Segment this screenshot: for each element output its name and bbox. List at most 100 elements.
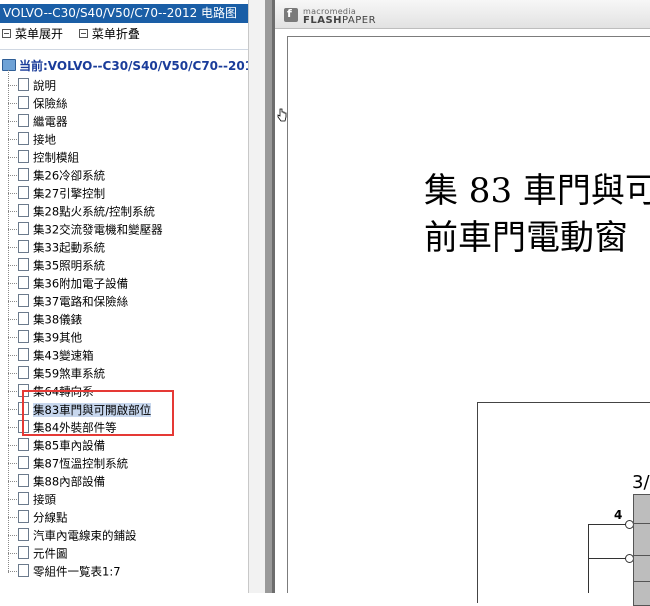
document-icon — [18, 78, 29, 91]
tree-item[interactable]: 說明 — [8, 76, 56, 94]
tree-item-label: 集43變速箱 — [33, 348, 94, 363]
wire — [588, 524, 626, 525]
tree-item[interactable]: 集36附加電子設備 — [8, 274, 128, 292]
tree-item[interactable]: 集38儀錶 — [8, 310, 82, 328]
tree-item[interactable]: 集28點火系統/控制系統 — [8, 202, 155, 220]
viewer-toolbar: f macromedia FLASHPAPER — [275, 0, 650, 29]
tree-branch — [8, 481, 17, 482]
connector-label: 3/ — [632, 472, 650, 493]
tree-item[interactable]: 繼電器 — [8, 112, 68, 130]
tree-item[interactable]: 集32交流發電機和變壓器 — [8, 220, 163, 238]
tree-item[interactable]: 集43變速箱 — [8, 346, 94, 364]
document-icon — [18, 240, 29, 253]
document-icon — [18, 132, 29, 145]
tree-item-label: 集37電路和保險絲 — [33, 294, 129, 309]
tree-item-label: 集35照明系統 — [33, 258, 106, 273]
tree-item[interactable]: 集87恆溫控制系統 — [8, 454, 128, 472]
tree-branch — [8, 373, 17, 374]
tree-branch — [8, 445, 17, 446]
document-icon — [18, 150, 29, 163]
pin-label: 4 — [614, 508, 623, 522]
tree-item[interactable]: 接地 — [8, 130, 56, 148]
document-icon — [18, 258, 29, 271]
tree-branch — [8, 247, 17, 248]
tree-branch — [8, 301, 17, 302]
expand-menu-button[interactable]: 菜单展开 — [0, 25, 63, 43]
document-icon — [18, 546, 29, 559]
tree-branch — [8, 535, 17, 536]
document-icon — [18, 114, 29, 127]
tree-branch — [8, 337, 17, 338]
tree-root[interactable]: 当前:VOLVO--C30/S40/V50/C70--2012 — [2, 58, 248, 75]
tree-item-label: 說明 — [33, 78, 56, 93]
connector-divider — [634, 555, 650, 556]
panel-title: VOLVO--C30/S40/V50/C70--2012 电路图 — [0, 4, 248, 23]
tree-item[interactable]: 汽車內電線束的鋪設 — [8, 526, 137, 544]
tree-item[interactable]: 控制模組 — [8, 148, 79, 166]
tree-branch — [8, 553, 17, 554]
tree-branch — [8, 157, 17, 158]
document-icon — [18, 222, 29, 235]
tree-branch — [8, 85, 17, 86]
tree-item-label: 分線點 — [33, 510, 68, 525]
document-icon — [18, 366, 29, 379]
tree-item[interactable]: 集37電路和保險絲 — [8, 292, 128, 310]
tree-item-label: 集36附加電子設備 — [33, 276, 129, 291]
tree-item[interactable]: 零組件一覧表1:7 — [8, 562, 121, 580]
tree-branch — [8, 499, 17, 500]
tree-item[interactable]: 集26冷卻系統 — [8, 166, 105, 184]
panel-splitter[interactable] — [248, 0, 266, 593]
tree-item-label: 集59煞車系統 — [33, 366, 106, 381]
document-icon — [18, 456, 29, 469]
tree-item-label: 汽車內電線束的鋪設 — [33, 528, 137, 543]
document-icon — [18, 510, 29, 523]
tree-item[interactable]: 集85車內設備 — [8, 436, 105, 454]
tree-item[interactable]: 元件圖 — [8, 544, 68, 562]
logo-glyph: f — [287, 7, 292, 20]
tree-item-label: 集33起動系統 — [33, 240, 106, 255]
document-title-line2: 前車門電動窗 — [424, 218, 628, 258]
tree-item[interactable]: 集35照明系統 — [8, 256, 105, 274]
tree-item[interactable]: 集27引擎控制 — [8, 184, 105, 202]
tree-branch — [8, 193, 17, 194]
tree-item-label: 保險絲 — [33, 96, 68, 111]
tree-item[interactable]: 集59煞車系統 — [8, 364, 105, 382]
tree-item[interactable]: 集39其他 — [8, 328, 82, 346]
tree-branch — [8, 409, 17, 410]
tree-item-label: 接頭 — [33, 492, 56, 507]
tree-item[interactable]: 集88內部設備 — [8, 472, 105, 490]
computer-icon — [2, 59, 16, 71]
wiring-diagram-frame — [477, 402, 650, 603]
highlight-annotation — [22, 390, 174, 436]
tree-branch — [8, 121, 17, 122]
tree-item[interactable]: 分線點 — [8, 508, 68, 526]
tree-item[interactable]: 集33起動系統 — [8, 238, 105, 256]
tree-item-label: 集32交流發電機和變壓器 — [33, 222, 163, 237]
tree-item[interactable]: 接頭 — [8, 490, 56, 508]
document-title-line1: 集 83 車門與可 — [424, 171, 650, 211]
document-icon — [18, 330, 29, 343]
tree-item-label: 集88內部設備 — [33, 474, 106, 489]
connector-divider — [634, 581, 650, 582]
tree-item-label: 元件圖 — [33, 546, 68, 561]
tree-branch — [8, 391, 17, 392]
brand-name: FLASHPAPER — [303, 15, 377, 26]
collapse-icon — [78, 29, 88, 38]
tree-item[interactable]: 保險絲 — [8, 94, 68, 112]
tree-branch — [8, 571, 17, 572]
tree-item-label: 集39其他 — [33, 330, 83, 345]
tree-branch — [8, 175, 17, 176]
tree-item-label: 控制模組 — [33, 150, 79, 165]
tree-item-label: 集87恆溫控制系統 — [33, 456, 129, 471]
document-icon — [18, 528, 29, 541]
menu-divider — [0, 49, 248, 50]
tree-branch — [8, 319, 17, 320]
tree-branch — [8, 229, 17, 230]
tree-item-label: 集27引擎控制 — [33, 186, 106, 201]
tree-branch — [8, 427, 17, 428]
tree-branch — [8, 211, 17, 212]
collapse-menu-button[interactable]: 菜单折叠 — [77, 25, 140, 43]
connector-divider — [634, 523, 650, 524]
tree-item-label: 繼電器 — [33, 114, 68, 129]
document-icon — [18, 204, 29, 217]
